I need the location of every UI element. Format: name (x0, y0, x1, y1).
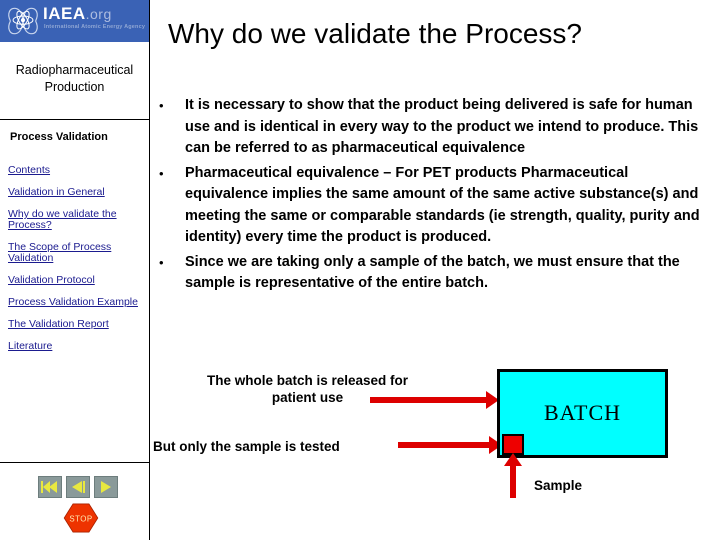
iaea-logo-banner: IAEA.org International Atomic Energy Age… (0, 0, 149, 42)
bullet-text-1: It is necessary to show that the product… (185, 97, 699, 156)
bullet-marker: • (159, 165, 164, 181)
previous-slide-button[interactable] (66, 476, 90, 498)
sidebar-item-literature[interactable]: Literature (8, 341, 148, 352)
bullet-item-1: • It is necessary to show that the produ… (155, 95, 715, 160)
batch-box-label: BATCH (543, 400, 622, 425)
caption-sample: Sample (534, 478, 583, 493)
bullet-marker: • (159, 98, 164, 113)
sidebar-item-process-validation-example[interactable]: Process Validation Example (8, 297, 148, 308)
bullet-list: • It is necessary to show that the produ… (155, 95, 715, 298)
arrow-left-icon (72, 481, 85, 493)
arrow-up-to-sample-icon (504, 453, 522, 498)
caption-sample-tested: But only the sample is tested (153, 439, 340, 454)
sidebar-item-why-do-we-validate-the-process[interactable]: Why do we validate the Process? (8, 209, 148, 231)
sidebar-item-the-validation-report[interactable]: The Validation Report (8, 319, 148, 330)
iaea-logo-subtitle: International Atomic Energy Agency (44, 24, 146, 30)
page-title: Why do we validate the Process? (168, 18, 582, 49)
bullet-item-3: • Since we are taking only a sample of t… (155, 252, 715, 295)
arrow-to-batch-release-icon (370, 391, 499, 409)
stop-button[interactable]: STOP (63, 503, 99, 533)
sidebar-item-the-scope-of-process-validation[interactable]: The Scope of Process Validation (8, 242, 148, 264)
first-slide-button[interactable] (38, 476, 62, 498)
iaea-wordmark: IAEA.org (43, 5, 112, 23)
stop-button-label: STOP (69, 515, 92, 524)
iaea-atom-emblem-icon (8, 7, 38, 35)
sidebar: IAEA.org International Atomic Energy Age… (0, 0, 150, 540)
sidebar-divider-top (0, 119, 149, 120)
skip-back-icon (41, 481, 57, 493)
iaea-wordmark-text: IAEA (43, 4, 86, 23)
sidebar-item-validation-protocol[interactable]: Validation Protocol (8, 275, 148, 286)
slide: IAEA.org International Atomic Energy Age… (0, 0, 720, 540)
iaea-wordmark-domain: .org (85, 6, 112, 22)
slide-navigation-buttons (38, 476, 118, 498)
batch-sampling-diagram: The whole batch is released for patient … (150, 360, 720, 540)
sample-square (502, 434, 524, 455)
bullet-text-3: Since we are taking only a sample of the… (185, 253, 680, 292)
section-label: Process Validation (10, 131, 108, 143)
course-title: Radiopharmaceutical Production (15, 63, 134, 94)
sidebar-item-contents[interactable]: Contents (8, 165, 148, 176)
sidebar-item-validation-in-general[interactable]: Validation in General (8, 187, 148, 198)
sidebar-divider-bottom (0, 462, 149, 463)
bullet-item-2: • Pharmaceutical equivalence – For PET p… (155, 163, 715, 249)
arrow-to-sample-icon (398, 436, 502, 454)
bullet-marker: • (159, 254, 164, 270)
arrow-right-icon (101, 481, 111, 493)
sidebar-link-list: Contents Validation in General Why do we… (8, 165, 148, 363)
next-slide-button[interactable] (94, 476, 118, 498)
bullet-text-2: Pharmaceutical equivalence – For PET pro… (185, 164, 700, 246)
